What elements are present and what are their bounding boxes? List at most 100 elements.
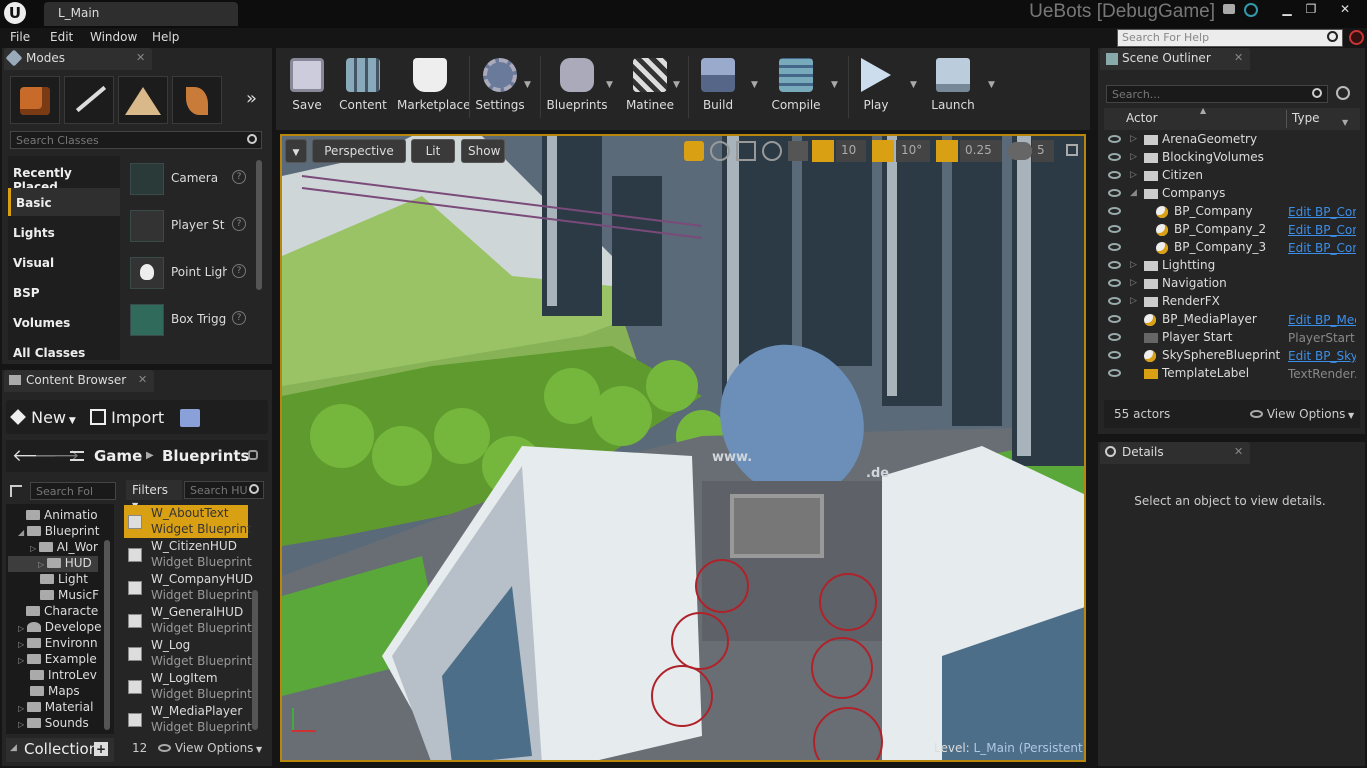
path-segment-blueprints[interactable]: Blueprints	[162, 447, 249, 465]
tree-item-animation[interactable]: Animatio	[26, 508, 130, 524]
marketplace-button[interactable]: Marketplace	[397, 52, 471, 124]
add-collection-icon[interactable]: +	[94, 742, 108, 756]
visibility-eye-icon[interactable]	[1108, 369, 1121, 377]
sources-toggle-icon[interactable]	[10, 485, 22, 497]
scale-gizmo-icon[interactable]	[736, 141, 756, 161]
asset-item[interactable]: W_GeneralHUD Widget Blueprint	[124, 604, 252, 637]
category-basic[interactable]: Basic	[8, 188, 120, 216]
outliner-row[interactable]: BP_Company Edit BP_Con	[1104, 203, 1360, 221]
asset-item[interactable]: W_CitizenHUD Widget Blueprint	[124, 538, 252, 571]
launch-button[interactable]: Launch	[920, 52, 986, 124]
build-dropdown-icon[interactable]: ▼	[751, 80, 758, 90]
tree-scrollbar[interactable]	[104, 540, 110, 730]
menu-help[interactable]: Help	[152, 30, 179, 44]
content-button[interactable]: Content	[330, 52, 396, 124]
visibility-eye-icon[interactable]	[1108, 225, 1121, 233]
play-dropdown-icon[interactable]: ▼	[910, 80, 917, 90]
outliner-row[interactable]: ▷ Lightting	[1104, 257, 1360, 275]
help-search-input[interactable]: Search For Help	[1117, 29, 1343, 47]
close-icon[interactable]: ✕	[1234, 445, 1243, 458]
actor-column-header[interactable]: Actor	[1126, 111, 1158, 125]
more-modes-button[interactable]: »	[246, 88, 257, 109]
grid-snap-icon[interactable]	[812, 140, 834, 162]
visibility-eye-icon[interactable]	[1108, 315, 1121, 323]
move-gizmo-icon[interactable]	[684, 141, 704, 161]
visibility-eye-icon[interactable]	[1108, 279, 1121, 287]
visibility-eye-icon[interactable]	[1108, 189, 1121, 197]
path-segment-game[interactable]: Game	[94, 447, 142, 465]
surface-snap-icon[interactable]	[788, 141, 808, 161]
visibility-eye-icon[interactable]	[1108, 351, 1121, 359]
close-button[interactable]: ✕	[1334, 2, 1356, 16]
rotate-gizmo-icon[interactable]	[710, 141, 730, 161]
help-icon[interactable]: ?	[232, 311, 246, 325]
landscape-mode-button[interactable]	[118, 76, 168, 124]
modes-tab[interactable]: Modes ✕	[4, 48, 152, 70]
category-recently-placed[interactable]: Recently Placed	[8, 158, 120, 194]
expand-arrow-icon[interactable]: ▷	[1130, 278, 1137, 288]
new-button[interactable]: New ▼	[10, 408, 76, 427]
expand-arrow-icon[interactable]: ▷	[1130, 152, 1137, 162]
place-item-camera[interactable]: Camera ?	[128, 158, 254, 200]
content-browser-tab[interactable]: Content Browser ✕	[4, 370, 154, 392]
compile-dropdown-icon[interactable]: ▼	[831, 80, 838, 90]
settings-dropdown-icon[interactable]: ▼	[524, 80, 531, 90]
place-list-scrollbar[interactable]	[256, 160, 262, 290]
outliner-row[interactable]: ▷ Citizen	[1104, 167, 1360, 185]
outliner-row[interactable]: SkySphereBlueprint Edit BP_Sky	[1104, 347, 1360, 365]
compile-button[interactable]: Compile	[763, 52, 829, 124]
close-icon[interactable]: ✕	[136, 51, 145, 64]
visibility-eye-icon[interactable]	[1108, 207, 1121, 215]
expand-arrow-icon[interactable]: ▷	[1130, 260, 1137, 270]
edit-blueprint-link[interactable]: Edit BP_Med	[1288, 313, 1356, 327]
tree-item-hud[interactable]: ▷ HUD	[8, 556, 98, 572]
asset-item[interactable]: W_Log Widget Blueprint	[124, 637, 252, 670]
visibility-eye-icon[interactable]	[1108, 333, 1121, 341]
outliner-row[interactable]: BP_MediaPlayer Edit BP_Med	[1104, 311, 1360, 329]
grid-snap-value[interactable]: 10	[836, 140, 866, 162]
rotation-snap-icon[interactable]	[872, 140, 894, 162]
category-lights[interactable]: Lights	[8, 218, 120, 246]
category-bsp[interactable]: BSP	[8, 278, 120, 306]
visibility-eye-icon[interactable]	[1108, 171, 1121, 179]
scale-snap-icon[interactable]	[936, 140, 958, 162]
matinee-dropdown-icon[interactable]: ▼	[673, 80, 680, 90]
category-all-classes[interactable]: All Classes	[8, 338, 120, 360]
level-viewport[interactable]: www. .de Level: L_Main (Persistent)	[280, 134, 1086, 762]
rotation-snap-value[interactable]: 10°	[896, 140, 930, 162]
menu-edit[interactable]: Edit	[50, 30, 73, 44]
details-tab[interactable]: Details ✕	[1100, 442, 1250, 464]
visibility-eye-icon[interactable]	[1108, 297, 1121, 305]
camera-speed-value[interactable]: 5	[1032, 140, 1054, 162]
tree-item-intro-level[interactable]: IntroLev	[30, 668, 134, 684]
expand-arrow-icon[interactable]: ▷	[1130, 170, 1137, 180]
menu-file[interactable]: File	[10, 30, 30, 44]
asset-list-scrollbar[interactable]	[252, 590, 258, 730]
launch-dropdown-icon[interactable]: ▼	[988, 80, 995, 90]
asset-item[interactable]: W_AboutText Widget Blueprint	[124, 505, 252, 538]
chat-icon[interactable]	[1223, 4, 1235, 14]
class-search-input[interactable]: Search Classes	[10, 131, 262, 149]
place-item-box-trigger[interactable]: Box Trigg ?	[128, 299, 254, 341]
expand-arrow-icon[interactable]: ▷	[1130, 134, 1137, 144]
build-button[interactable]: Build	[685, 52, 751, 124]
scene-outliner-tab[interactable]: Scene Outliner ✕	[1100, 48, 1250, 70]
tree-item-characters[interactable]: Characte	[26, 604, 130, 620]
edit-blueprint-link[interactable]: Edit BP_Sky	[1288, 349, 1356, 363]
scale-snap-value[interactable]: 0.25	[960, 140, 1002, 162]
outliner-settings-icon[interactable]	[1336, 86, 1350, 100]
place-item-point-light[interactable]: Point Ligh ?	[128, 252, 254, 294]
close-icon[interactable]: ✕	[1234, 51, 1243, 64]
outliner-view-options-button[interactable]: View Options ▼	[1250, 407, 1354, 421]
help-icon[interactable]: ?	[232, 264, 246, 278]
lock-icon[interactable]	[248, 450, 258, 460]
category-volumes[interactable]: Volumes	[8, 308, 120, 336]
folder-search-input[interactable]: Search Fol	[30, 482, 116, 500]
outliner-row[interactable]: ▷ RenderFX	[1104, 293, 1360, 311]
viewport-options-button[interactable]: ▼	[285, 139, 307, 163]
maximize-button[interactable]: ❐	[1302, 2, 1320, 16]
menu-window[interactable]: Window	[90, 30, 137, 44]
maximize-viewport-icon[interactable]	[1066, 144, 1078, 156]
place-item-player-start[interactable]: Player St ?	[128, 205, 254, 247]
visibility-eye-icon[interactable]	[1108, 261, 1121, 269]
